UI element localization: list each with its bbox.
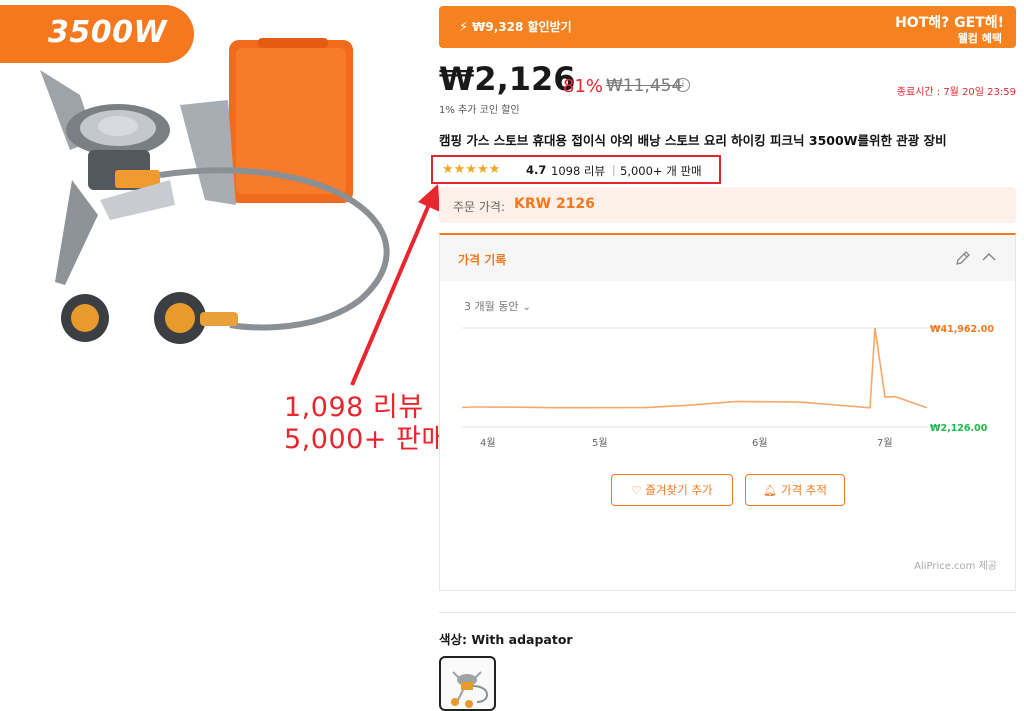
discount-percent: 81%: [563, 76, 604, 97]
product-title: 캠핑 가스 스토브 휴대용 접이식 야외 배낭 스토브 요리 하이킹 피크닉 3…: [439, 133, 947, 148]
info-icon[interactable]: i: [676, 78, 690, 92]
lightning-icon: ⚡: [459, 20, 469, 35]
add-favorite-button[interactable]: ♡ 즐겨찾기 추가: [611, 474, 733, 506]
min-price-label: ₩2,126.00: [930, 423, 988, 434]
wattage-badge: 3500W: [0, 5, 194, 63]
sale-end-time: 종료시간 : 7월 20일 23:59: [896, 87, 1016, 98]
color-option-thumbnail[interactable]: [439, 656, 496, 711]
price-series-line: [461, 327, 928, 409]
price-track-label: 가격 추적: [780, 483, 827, 497]
wattage-badge-text: 3500W: [48, 15, 168, 50]
annotation-reviews: 1,098 리뷰: [284, 392, 424, 423]
promo-sub-text: 웰컴 혜택: [957, 32, 1002, 45]
review-count[interactable]: 1098 리뷰: [551, 163, 605, 179]
price-history-header[interactable]: 가격 기록: [440, 235, 1015, 281]
x-axis-ticks: 4월 5월 6월 7월: [480, 437, 893, 449]
annotation-sales: 5,000+ 판매: [284, 424, 447, 455]
price-track-button[interactable]: 🔔︎ 가격 추적: [745, 474, 845, 506]
current-price: ₩2,126: [439, 60, 576, 98]
promo-hot-text: HOT해? GET해!: [895, 15, 1004, 31]
price-history-chart: ₩41,962.00 ₩2,126.00 4월 5월 6월 7월: [461, 324, 994, 449]
annotation-arrow: [350, 184, 440, 386]
chevron-down-icon: ⌄: [522, 302, 531, 313]
x-tick-label: 6월: [752, 437, 768, 449]
coupon-text: ₩9,328 할인받기: [472, 20, 572, 34]
section-divider: [439, 612, 1016, 613]
stove-thumbnail-image: [451, 671, 488, 708]
max-price-label: ₩41,962.00: [930, 324, 994, 335]
rating-summary[interactable]: ★★★★★ 4.7 1098 리뷰 | 5,000+ 개 판매: [431, 155, 721, 184]
order-price-box: 주문 가격: KRW 2126: [439, 187, 1016, 223]
heart-icon: ♡: [631, 484, 642, 497]
annotation-text: 1,098 리뷰 5,000+ 판매: [284, 392, 447, 456]
chevron-up-icon[interactable]: [980, 248, 998, 266]
promo-banner[interactable]: ⚡ ₩9,328 할인받기 HOT해? GET해! 웰컴 혜택: [439, 6, 1016, 48]
price-history-card: 가격 기록 3 개월 동안 ⌄ ₩41,962.00 ₩2,126.00 4월 5월…: [439, 233, 1016, 591]
edit-icon[interactable]: [954, 249, 972, 267]
color-label-prefix: 색상:: [439, 632, 467, 647]
period-dropdown[interactable]: 3 개월 동안 ⌄: [464, 298, 531, 314]
bell-icon: 🔔︎: [763, 484, 777, 497]
star-rating-icon: ★★★★★: [442, 162, 501, 177]
price-history-title: 가격 기록: [458, 253, 507, 267]
coupon-link[interactable]: ⚡ ₩9,328 할인받기: [459, 18, 572, 35]
x-tick-label: 5월: [592, 437, 608, 449]
order-price-label: 주문 가격:: [453, 200, 506, 214]
order-price-value: KRW 2126: [514, 196, 595, 212]
x-tick-label: 4월: [480, 437, 496, 449]
add-favorite-label: 즐겨찾기 추가: [645, 483, 713, 497]
original-price: ₩11,454: [606, 76, 683, 96]
provider-credit: AliPrice.com 제공: [914, 561, 997, 572]
sold-count: 5,000+ 개 판매: [620, 164, 702, 178]
period-value: 3 개월 동안: [464, 300, 519, 313]
rating-separator: |: [612, 163, 616, 176]
color-label-value: With adapator: [471, 632, 573, 647]
rating-value: 4.7: [526, 163, 547, 177]
x-tick-label: 7월: [877, 437, 893, 449]
coin-discount-note: 1% 추가 코인 할인: [439, 105, 520, 116]
color-option-label: 색상: With adapator: [439, 629, 573, 648]
